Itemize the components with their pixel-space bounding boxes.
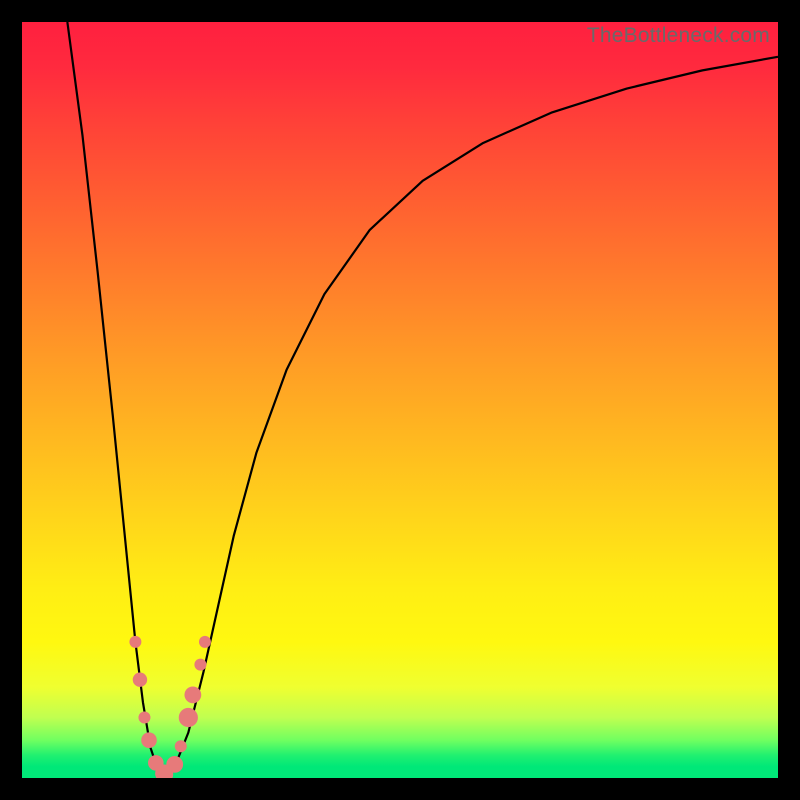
highlight-dots (129, 636, 211, 778)
bottleneck-curve (67, 22, 778, 776)
highlight-dot (184, 686, 201, 703)
highlight-dot (138, 712, 150, 724)
highlight-dot (133, 673, 147, 687)
highlight-dot (175, 740, 187, 752)
highlight-dot (141, 732, 157, 748)
highlight-dot (199, 636, 211, 648)
plot-area: TheBottleneck.com (22, 22, 778, 778)
chart-frame: TheBottleneck.com (0, 0, 800, 800)
curve-layer (22, 22, 778, 778)
highlight-dot (179, 708, 198, 727)
highlight-dot (129, 636, 141, 648)
highlight-dot (166, 756, 183, 773)
highlight-dot (194, 659, 206, 671)
